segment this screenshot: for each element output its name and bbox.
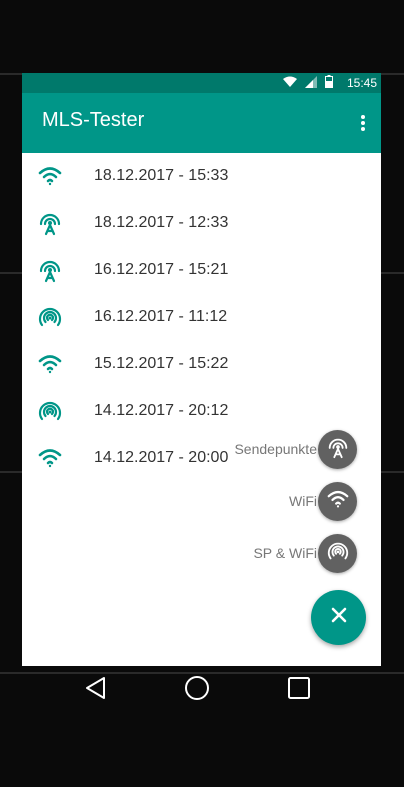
list-item-date: 18.12.2017 - 15:33 bbox=[94, 167, 229, 184]
list-item-date: 16.12.2017 - 11:12 bbox=[94, 308, 228, 325]
app-title: MLS-Tester bbox=[42, 109, 145, 131]
wifi-icon bbox=[326, 487, 350, 516]
list-item[interactable]: 16.12.2017 - 15:21 bbox=[22, 247, 381, 294]
list-item-date: 14.12.2017 - 20:12 bbox=[94, 402, 229, 419]
fab-mini-wifi[interactable] bbox=[318, 482, 357, 521]
status-bar: 15:45 bbox=[22, 73, 381, 93]
list-item[interactable]: 14.12.2017 - 20:12 bbox=[22, 388, 381, 435]
app-screen: 15:45 MLS-Tester 18.12.2017 - 15:33 18.1… bbox=[22, 73, 381, 666]
app-bar: MLS-Tester bbox=[22, 93, 381, 153]
list-item[interactable]: 15.12.2017 - 15:22 bbox=[22, 341, 381, 388]
signal-icon bbox=[304, 75, 317, 91]
battery-icon bbox=[324, 75, 333, 91]
fab-option-label: SP & WiFi bbox=[253, 545, 317, 561]
home-icon[interactable] bbox=[181, 672, 213, 704]
fab-option-sendepunkte[interactable]: Sendepunkte bbox=[22, 430, 381, 470]
sp-wifi-icon bbox=[37, 398, 63, 424]
fab-option-label: Sendepunkte bbox=[234, 441, 317, 457]
more-vert-icon[interactable] bbox=[355, 111, 371, 135]
list-item[interactable]: 18.12.2017 - 15:33 bbox=[22, 153, 381, 200]
tower-icon bbox=[326, 435, 350, 464]
sp-wifi-icon bbox=[37, 304, 63, 330]
close-icon bbox=[330, 606, 348, 629]
recents-icon[interactable] bbox=[283, 672, 315, 704]
navigation-bar bbox=[22, 666, 381, 710]
fab-option-label: WiFi bbox=[289, 493, 317, 509]
sp-wifi-icon bbox=[326, 539, 350, 568]
wifi-icon bbox=[37, 163, 63, 189]
wifi-icon bbox=[37, 351, 63, 377]
list-item[interactable]: 16.12.2017 - 11:12 bbox=[22, 294, 381, 341]
status-time: 15:45 bbox=[346, 76, 377, 90]
list-item-date: 16.12.2017 - 15:21 bbox=[94, 261, 229, 278]
list-item-date: 18.12.2017 - 12:33 bbox=[94, 214, 229, 231]
fab-close-button[interactable] bbox=[311, 590, 366, 645]
fab-mini-sp-wifi[interactable] bbox=[318, 534, 357, 573]
wifi-icon bbox=[282, 76, 297, 91]
list-item-date: 15.12.2017 - 15:22 bbox=[94, 355, 229, 372]
fab-option-wifi[interactable]: WiFi bbox=[22, 482, 381, 522]
tower-icon bbox=[37, 210, 63, 236]
list-item[interactable]: 18.12.2017 - 12:33 bbox=[22, 200, 381, 247]
fab-option-sp-wifi[interactable]: SP & WiFi bbox=[22, 534, 381, 574]
fab-mini-sendepunkte[interactable] bbox=[318, 430, 357, 469]
back-icon[interactable] bbox=[80, 672, 112, 704]
tower-icon bbox=[37, 257, 63, 283]
